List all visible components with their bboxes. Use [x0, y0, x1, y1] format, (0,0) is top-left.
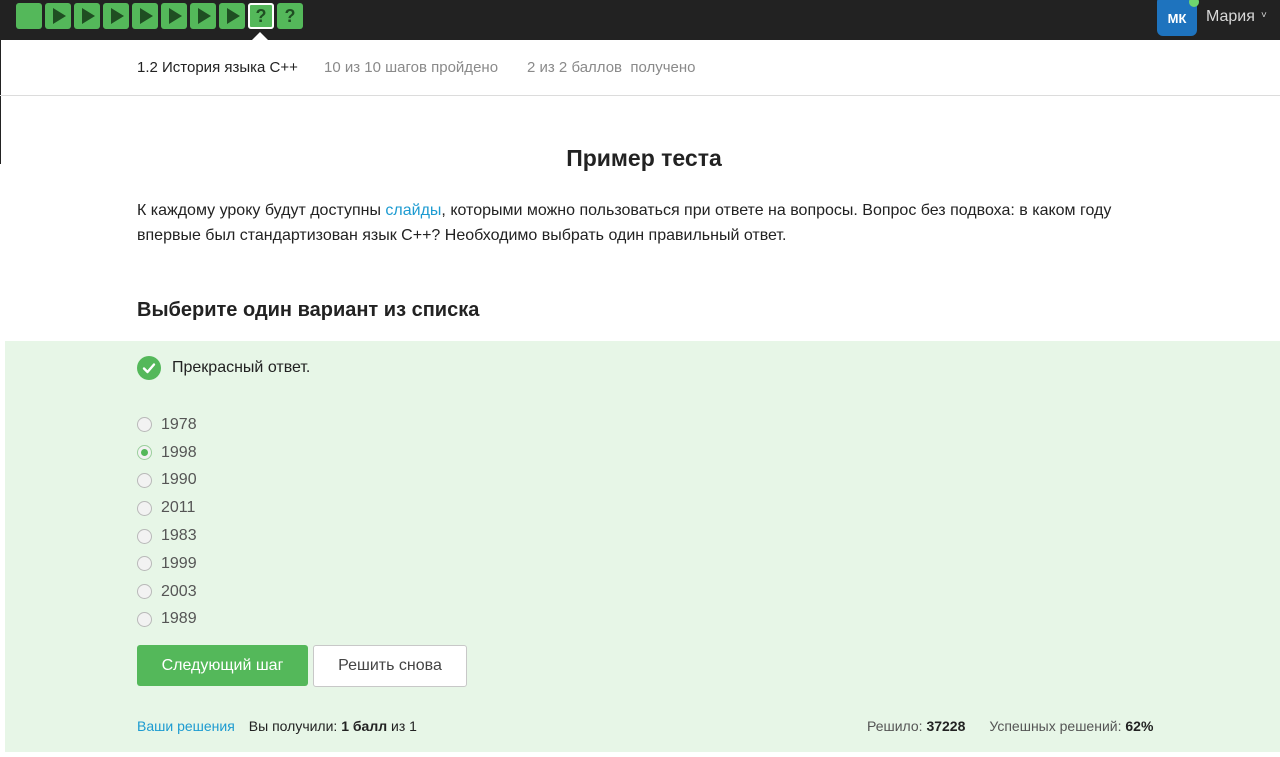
feedback-text: Прекрасный ответ. — [172, 359, 311, 376]
top-navigation-bar: ? ? МК Мария ˅ — [0, 0, 1280, 40]
retry-button[interactable]: Решить снова — [313, 645, 467, 687]
online-status-dot — [1189, 0, 1199, 7]
solved-count: 37228 — [926, 718, 966, 734]
quiz-instruction: Выберите один вариант из списка — [137, 299, 480, 321]
answer-option-selected[interactable]: 1998 — [137, 439, 197, 467]
answer-label[interactable]: 2003 — [161, 583, 197, 601]
step-8-button[interactable] — [219, 3, 245, 29]
success-rate: 62% — [1125, 718, 1154, 734]
chevron-down-icon[interactable]: ˅ — [1261, 10, 1267, 21]
answer-label[interactable]: 1990 — [161, 471, 197, 489]
page-title: Пример теста — [566, 145, 722, 171]
radio-button[interactable] — [137, 417, 152, 433]
answer-option[interactable]: 1983 — [137, 522, 197, 550]
radio-button[interactable] — [137, 584, 152, 600]
your-solutions-link[interactable]: Ваши решения — [137, 718, 235, 734]
step-4-button[interactable] — [103, 3, 129, 29]
play-step-icon — [140, 8, 153, 24]
step-description: К каждому уроку будут доступны слайды, к… — [137, 198, 1147, 248]
step-3-button[interactable] — [74, 3, 100, 29]
play-step-icon — [198, 8, 211, 24]
answer-option[interactable]: 2011 — [137, 494, 197, 522]
received-value: 1 балл — [341, 718, 388, 734]
answer-option[interactable]: 1999 — [137, 550, 197, 578]
answer-label[interactable]: 1989 — [161, 610, 197, 628]
step-7-button[interactable] — [190, 3, 216, 29]
received-suffix: из 1 — [387, 718, 417, 734]
success-label: Успешных решений: — [989, 718, 1126, 734]
solved-label: Решило: — [867, 718, 927, 734]
radio-button[interactable] — [137, 472, 152, 488]
lesson-header: 1.2 История языка C++ 10 из 10 шагов про… — [0, 40, 1280, 96]
solve-stats: Решило: 37228 Успешных решений: 62% — [867, 718, 1153, 734]
play-step-icon — [53, 8, 66, 24]
user-menu-name[interactable]: Мария — [1206, 8, 1255, 26]
answer-option[interactable]: 1990 — [137, 467, 197, 495]
radio-button[interactable] — [137, 528, 152, 544]
radio-button[interactable] — [137, 611, 152, 627]
play-step-icon — [111, 8, 124, 24]
next-step-button[interactable]: Следующий шаг — [137, 645, 308, 686]
answer-options: 1978 1998 1990 2011 1983 1999 2003 1989 — [137, 411, 197, 633]
play-step-icon — [82, 8, 95, 24]
submission-info: Ваши решения Вы получили: 1 балл из 1 — [137, 718, 417, 734]
answer-option[interactable]: 1978 — [137, 411, 197, 439]
radio-button[interactable] — [137, 556, 152, 572]
step-2-button[interactable] — [45, 3, 71, 29]
answer-label[interactable]: 1978 — [161, 416, 197, 434]
answer-option[interactable]: 1989 — [137, 606, 197, 634]
current-step-pointer — [252, 32, 268, 40]
description-text-start: К каждому уроку будут доступны — [137, 202, 386, 219]
answer-label[interactable]: 2011 — [161, 499, 195, 517]
play-step-icon — [227, 8, 240, 24]
answer-label[interactable]: 1999 — [161, 555, 197, 573]
step-1-button[interactable] — [16, 3, 42, 29]
answer-option[interactable]: 2003 — [137, 578, 197, 606]
check-circle-icon — [137, 356, 161, 380]
step-5-button[interactable] — [132, 3, 158, 29]
step-10-button[interactable]: ? — [277, 3, 303, 29]
feedback-message: Прекрасный ответ. — [137, 356, 310, 380]
radio-button[interactable] — [137, 500, 152, 516]
lesson-title[interactable]: 1.2 История языка C++ — [137, 59, 298, 76]
received-label: Вы получили: — [248, 718, 342, 734]
answer-label[interactable]: 1998 — [161, 444, 197, 462]
radio-button-checked[interactable] — [137, 445, 152, 461]
question-step-icon: ? — [255, 6, 267, 26]
quiz-panel: Прекрасный ответ. 1978 1998 1990 2011 19… — [5, 341, 1280, 752]
step-6-button[interactable] — [161, 3, 187, 29]
slides-link[interactable]: слайды — [385, 202, 441, 219]
play-step-icon — [169, 8, 182, 24]
step-9-button-current[interactable]: ? — [248, 3, 274, 29]
step-progress-list: ? ? — [16, 3, 303, 29]
answer-label[interactable]: 1983 — [161, 527, 197, 545]
lesson-steps-progress: 10 из 10 шагов пройдено — [324, 59, 499, 76]
question-step-icon: ? — [284, 6, 296, 26]
lesson-score-progress: 2 из 2 баллов получено — [527, 59, 696, 76]
